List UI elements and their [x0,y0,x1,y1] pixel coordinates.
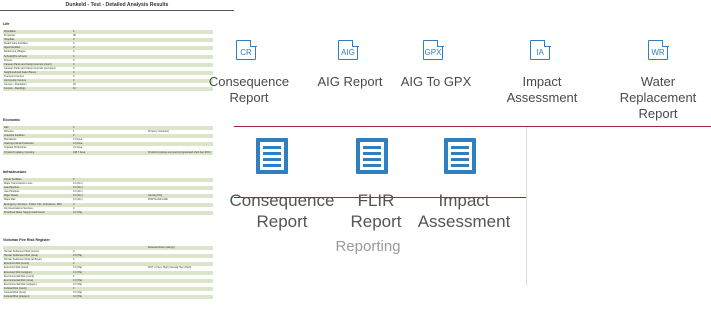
analysis-results-document: Dunkeld - Test - Detailed Analysis Resul… [0,0,234,324]
section-heading: Infrastructure [3,170,27,174]
section-table: Power Facilities 0 Major Transmission Line… [3,178,213,215]
title-divider [0,10,234,11]
section-table: Rail 0 Wineries 1 Property (wineries) Industr… [3,126,213,155]
reporting-group-label: Reporting [335,238,401,255]
consequence-report-button-top[interactable]: CR Consequence Report [209,30,294,110]
table-cell: Cultural Risk (polygon) [4,295,30,299]
table-row: Prioritised Water Supply Catchments 0.0 (… [3,210,213,215]
section-heading: Life [3,22,10,26]
aig-to-gpx-label: AIG To GPX [400,74,472,89]
flir-report-button[interactable]: FLIR Report [344,138,418,234]
consequence-report-label: Consequence Report [208,74,290,105]
document-icon [444,138,476,174]
aig-report-icon: AIG [338,39,359,60]
table-row: Dryland Cropping / Grazing 438.7 Area Dryl… [3,150,213,155]
consequence-report-button[interactable]: Consequence Report [230,138,346,234]
section-heading: Economic [3,118,21,122]
wr-icon: WR [648,39,669,60]
section-table: Relevant Risks (ratings) Human Settlement… [3,246,213,300]
table-row: Census - Dwellings 10 [3,87,213,92]
ia-icon: IA [530,39,551,60]
table-row: Cultural Risk (polygon) 0.0 (Ha) [3,295,213,300]
ribbon-divider-top [234,126,711,127]
water-replacement-report-button[interactable]: WR Water Replacement Report [610,30,706,126]
document-icon [356,138,388,174]
section-table: Population 4 Properties 38 Hospitals 0 Health … [3,30,213,92]
table-cell: 438.7 Area [73,150,86,154]
table-cell: Census - Dwellings [4,87,26,91]
water-replacement-label: Water Replacement Report [619,74,697,121]
aig-to-gpx-button[interactable]: GPX AIG To GPX [396,30,476,110]
aig-report-button[interactable]: AIG AIG Report [310,30,390,110]
document-title: Dunkeld - Test - Detailed Analysis Resul… [65,2,169,8]
table-cell: Dryland Cropping / Grazing [4,150,35,154]
impact-assessment-label-top: Impact Assessment [506,74,578,105]
impact-assessment-button-top[interactable]: IA Impact Assessment [500,30,584,110]
ribbon-divider-middle [234,197,527,198]
table-cell: Dryland cropping and grazing (grassland … [148,150,211,154]
document-icon [256,138,288,174]
table-cell: 0.0 (Ha) [73,295,83,299]
group-separator [526,127,527,285]
section-heading: Victorian Fire Risk Register [3,238,50,242]
table-cell: 0.0 (Ha) [73,210,83,214]
gpx-icon: GPX [423,39,444,60]
cr-report-icon: CR [236,39,257,60]
aig-report-label: AIG Report [317,74,383,89]
impact-assessment-button[interactable]: Impact Assessment [416,138,526,234]
table-cell: 10 [73,87,76,91]
table-cell: Prioritised Water Supply Catchments [4,210,45,214]
